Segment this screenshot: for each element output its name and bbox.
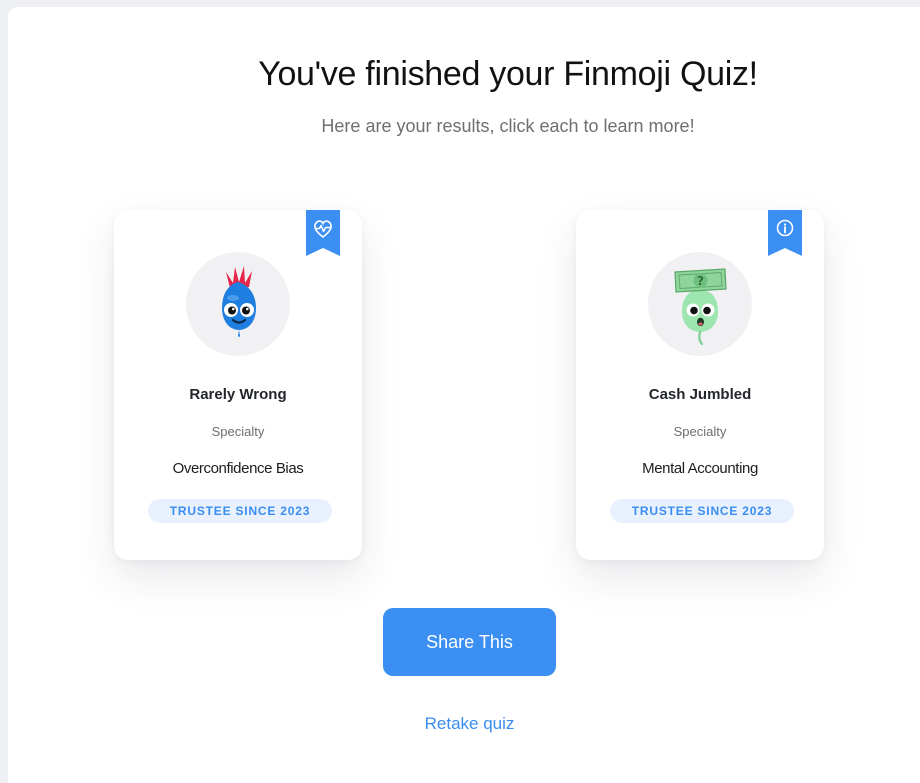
share-button[interactable]: Share This (383, 608, 556, 676)
retake-quiz-link[interactable]: Retake quiz (383, 714, 556, 734)
avatar-cash-jumbled: ? (648, 252, 752, 356)
specialty-value: Overconfidence Bias (172, 460, 304, 477)
svg-text:?: ? (697, 274, 704, 288)
result-card-rarely-wrong[interactable]: Rarely Wrong Specialty Overconfidence Bi… (114, 210, 362, 560)
avatar-rarely-wrong (186, 252, 290, 356)
page-title: You've finished your Finmoji Quiz! (258, 55, 758, 93)
specialty-label: Specialty (673, 424, 727, 439)
specialty-label: Specialty (211, 424, 265, 439)
result-name: Rarely Wrong (189, 386, 287, 403)
page-subtitle: Here are your results, click each to lea… (321, 116, 695, 136)
trustee-badge: TRUSTEE SINCE 2023 (610, 499, 794, 523)
info-icon (768, 210, 802, 256)
result-name: Cash Jumbled (648, 386, 752, 403)
specialty-value: Mental Accounting (642, 460, 758, 477)
result-card-cash-jumbled[interactable]: ? Cash Jumbled Specialty Mental Accounti… (576, 210, 824, 560)
heartbeat-icon (306, 210, 340, 256)
trustee-badge: TRUSTEE SINCE 2023 (148, 499, 332, 523)
